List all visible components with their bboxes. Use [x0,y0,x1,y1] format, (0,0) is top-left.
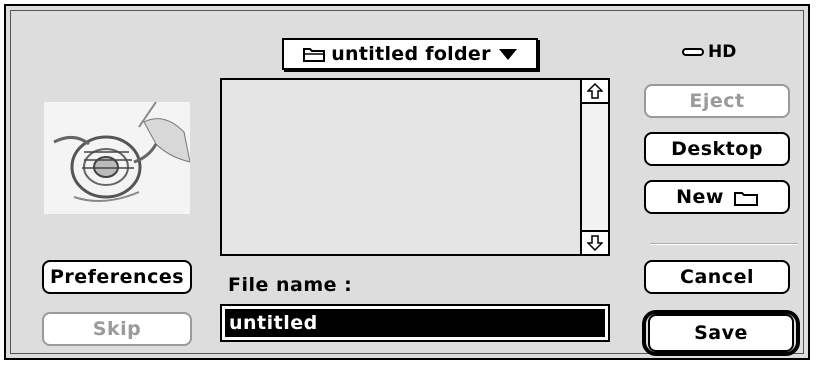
file-name-input[interactable]: untitled [220,304,610,342]
file-list-area[interactable] [222,80,582,254]
file-list[interactable] [220,78,610,256]
folder-icon [733,189,758,206]
button-separator [650,243,798,245]
volume-indicator: HD [682,42,736,62]
skip-button[interactable]: Skip [42,312,192,346]
cancel-button[interactable]: Cancel [644,260,790,294]
folder-popup[interactable]: untitled folder [282,38,538,70]
eject-button[interactable]: Eject [644,84,790,118]
preferences-button[interactable]: Preferences [42,260,192,294]
hard-disk-icon [682,48,704,56]
new-folder-button[interactable]: New [644,180,790,214]
file-name-value: untitled [225,309,605,337]
new-folder-label: New [676,186,724,208]
file-name-label: File name : [228,274,353,296]
desktop-button[interactable]: Desktop [644,132,790,166]
volume-label: HD [708,42,737,62]
scroll-down-arrow-icon[interactable] [582,230,608,254]
save-button[interactable]: Save [648,314,794,352]
scroll-up-arrow-icon[interactable] [582,80,608,104]
preview-thumbnail [44,102,190,214]
chevron-down-icon [498,48,517,60]
save-dialog: untitled folder HD Eject Desktop New Can… [4,4,810,360]
folder-popup-label: untitled folder [331,43,491,65]
vertical-scrollbar[interactable] [580,80,608,254]
folder-icon [303,46,326,62]
french-horn-image [44,102,190,214]
